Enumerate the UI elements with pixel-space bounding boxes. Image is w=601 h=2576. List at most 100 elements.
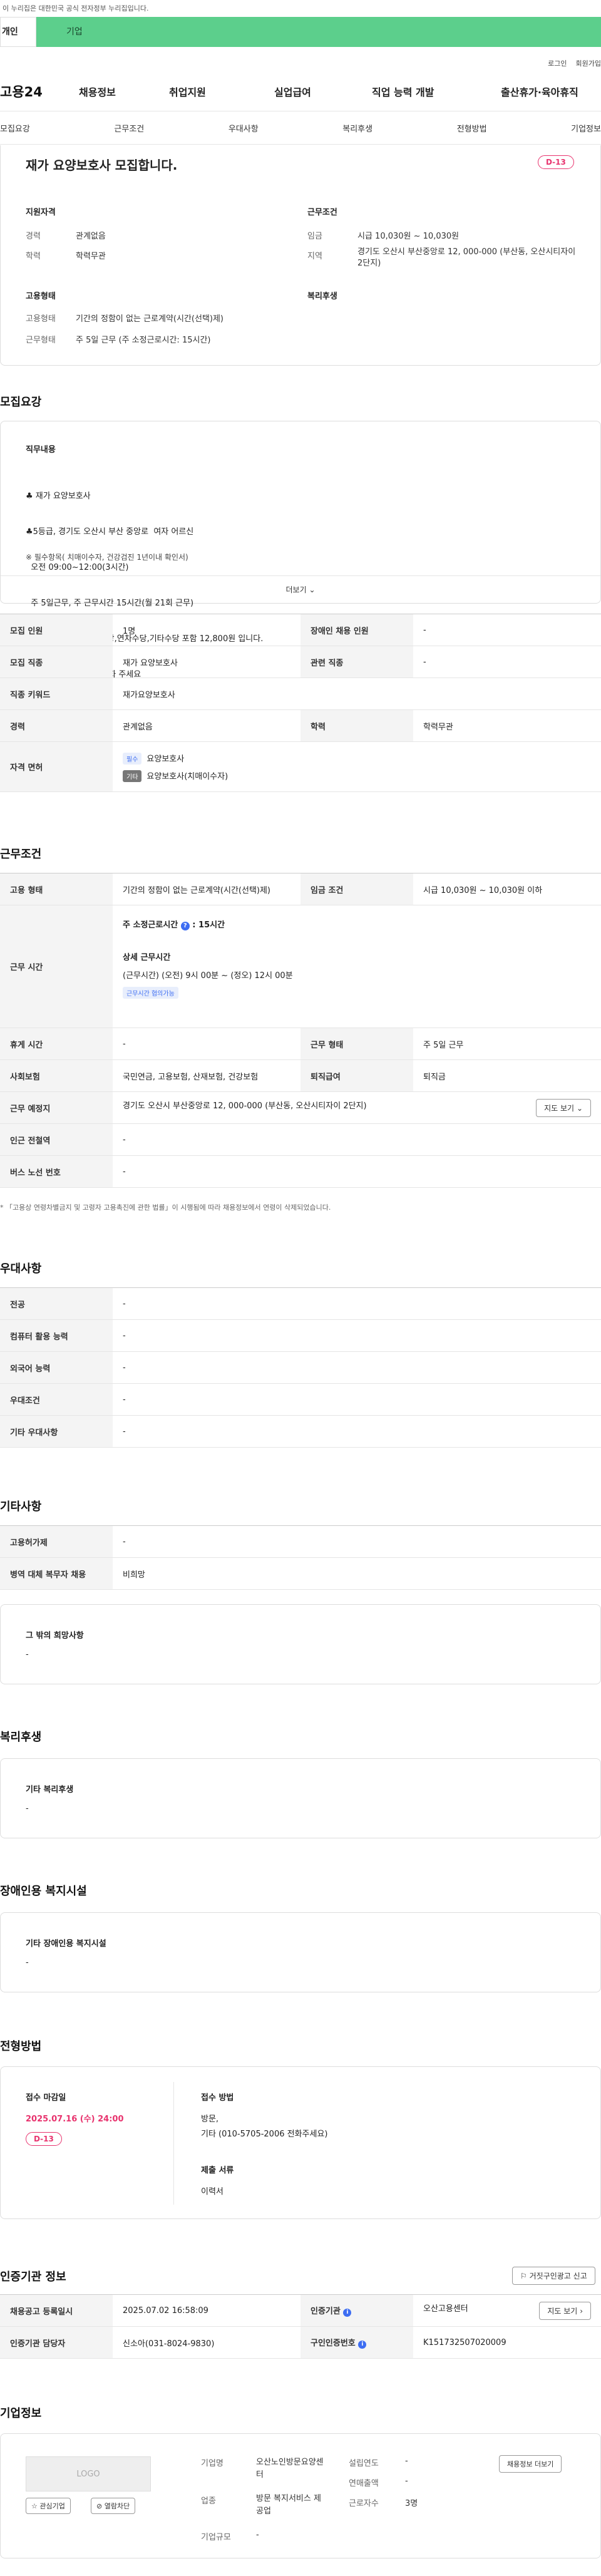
td: 신소아(031-8024-9830) <box>113 2326 300 2359</box>
site-logo[interactable]: 고용24 <box>0 82 79 101</box>
wage-value: 시급 10,030원 ~ 10,030원 <box>357 232 460 241</box>
td: - <box>113 1319 601 1352</box>
other-wish-value: - <box>26 1650 29 1659</box>
th: 근무 형태 <box>300 1028 413 1060</box>
welfare-card: 기타 복리후생 - <box>0 1758 601 1838</box>
table-row: 직종 키워드 재가요양보호사 <box>0 677 601 710</box>
disability-card: 기타 장애인용 복지시설 - <box>0 1912 601 1992</box>
hours-cell: 주 소정근로시간 ? : 15시간 상세 근무시간 (근무시간) (오전) 9시… <box>113 905 601 1028</box>
th: 채용공고 등록일시 <box>0 2294 113 2327</box>
th: 컴퓨터 활용 능력 <box>0 1319 113 1352</box>
table-row: 기타 우대사항 - <box>0 1415 601 1448</box>
td: 2025.07.02 16:58:09 <box>113 2294 300 2327</box>
th: 구인인증번호 i <box>300 2326 413 2359</box>
employees-label: 근로자수 <box>349 2499 379 2508</box>
conditions-heading: 근무조건 <box>0 848 42 861</box>
qual-heading: 지원자격 <box>26 208 56 217</box>
th: 직종 키워드 <box>0 677 113 710</box>
table-row: 휴게 시간 - 근무 형태 주 5일 근무 <box>0 1028 601 1060</box>
global-nav: 고용24 채용정보 취업지원 실업급여 직업 능력 개발 출산휴가·육아휴직 <box>0 72 601 111</box>
emp-heading: 고용형태 <box>26 292 56 301</box>
required-chip: 필수 <box>123 752 142 765</box>
dday-badge: D-13 <box>538 155 574 169</box>
gnb-item-leave[interactable]: 출산휴가·육아휴직 <box>501 84 578 99</box>
snb-selection[interactable]: 전형방법 <box>457 122 487 134</box>
td: - <box>113 1415 601 1448</box>
size-label: 기업규모 <box>201 2533 231 2542</box>
more-jobs-button[interactable]: 채용정보 더보기 <box>499 2455 562 2473</box>
th: 외국어 능력 <box>0 1351 113 1384</box>
founded-value: - <box>405 2456 408 2466</box>
td: 관계없음 <box>113 709 300 742</box>
cert-center-cell: 오산고용센터 지도 보기 › <box>413 2294 601 2327</box>
info-icon[interactable]: i <box>358 2341 367 2349</box>
favorite-label: 관심기업 <box>39 2502 65 2510</box>
note-icon: ※ <box>26 553 34 562</box>
edu-value: 학력무관 <box>76 252 106 261</box>
age-footnote: * 「고용상 연령차별금지 및 고령자 고용촉진에 관한 법률」이 시행됨에 따… <box>0 1203 331 1212</box>
region-label: 지역 <box>307 252 322 261</box>
table-row: 외국어 능력 - <box>0 1351 601 1384</box>
info-icon[interactable]: i <box>343 2309 352 2317</box>
job-line: ♣ 재가 요양보호사 <box>26 492 91 501</box>
gnb-item-training[interactable]: 직업 능력 개발 <box>372 84 501 99</box>
block-button[interactable]: ⊘ 열람차단 <box>91 2498 136 2514</box>
snb-conditions[interactable]: 근무조건 <box>114 122 144 134</box>
signup-link[interactable]: 회원가입 <box>576 58 601 72</box>
other-wish-title: 그 밖의 희망사항 <box>26 1631 84 1641</box>
wage-label: 임금 <box>307 232 322 241</box>
selection-card: 접수 마감일 2025.07.16 (수) 24:00 D-13 접수 방법 방… <box>0 2066 601 2219</box>
gnb-item-jobs[interactable]: 채용정보 <box>79 84 169 99</box>
td: - <box>113 1383 601 1416</box>
weekly-value: 15시간 <box>198 920 225 930</box>
snb-welfare[interactable]: 복리후생 <box>342 122 372 134</box>
method-value-1: 방문, <box>201 2115 219 2124</box>
company-card: LOGO ☆ 관심기업 ⊘ 열람차단 기업명 오산노인방문요양센터 업종 방문 … <box>0 2433 601 2558</box>
type-label: 고용형태 <box>26 314 56 324</box>
cert-map-button[interactable]: 지도 보기 › <box>539 2301 591 2320</box>
map-button[interactable]: 지도 보기 ⌄ <box>536 1098 591 1117</box>
th-label: 구인인증번호 <box>311 2339 356 2348</box>
gnb-item-support[interactable]: 취업지원 <box>169 84 274 99</box>
td: 기간의 정함이 없는 근로계약(시간(선택)제) <box>113 873 300 905</box>
detail-hours: (근무시간) (오전) 9시 00분 ~ (정오) 12시 00분 <box>123 971 293 981</box>
th: 병역 대체 복무자 채용 <box>0 1557 113 1590</box>
report-btn-label: 거짓구인광고 신고 <box>529 2272 587 2280</box>
login-link[interactable]: 로그인 <box>548 58 567 72</box>
info-icon[interactable]: ? <box>180 922 190 930</box>
tab-company[interactable]: 기업 <box>36 17 601 47</box>
sales-value: - <box>405 2476 408 2486</box>
td: - <box>113 1351 601 1384</box>
recruit-heading: 모집요강 <box>0 396 42 409</box>
flag-icon: ⚐ <box>520 2272 527 2280</box>
preference-heading: 우대사항 <box>0 1262 42 1275</box>
gov-notice-strip: 이 누리집은 대한민국 공식 전자정부 누리집입니다. <box>0 0 601 17</box>
snb-company[interactable]: 기업정보 <box>571 122 601 134</box>
block-icon: ⊘ <box>96 2502 103 2510</box>
sales-label: 연매출액 <box>349 2479 379 2488</box>
gnb-item-unemployment[interactable]: 실업급여 <box>274 84 372 99</box>
method-label: 접수 방법 <box>201 2093 234 2103</box>
table-row: 버스 노선 번호 - <box>0 1155 601 1188</box>
snb-recruit[interactable]: 모집요강 <box>0 122 30 134</box>
report-button[interactable]: ⚐ 거짓구인광고 신고 <box>512 2267 595 2285</box>
td: 주 5일 근무 <box>413 1028 601 1060</box>
recruit-table: 모집 인원 1명 장애인 채용 인원 - 모집 직종 재가 요양보호사 관련 직… <box>0 614 601 792</box>
cert-center: 오산고용센터 <box>423 2304 468 2314</box>
th: 우대조건 <box>0 1383 113 1416</box>
company-logo: LOGO <box>26 2456 151 2491</box>
th: 기타 우대사항 <box>0 1415 113 1448</box>
th: 고용허가제 <box>0 1525 113 1558</box>
td: 비희망 <box>113 1557 601 1590</box>
td: - <box>413 614 601 646</box>
td: - <box>113 1525 601 1558</box>
more-button[interactable]: 더보기 ⌄ <box>1 575 600 603</box>
table-row: 고용허가제 - <box>0 1525 601 1558</box>
tab-personal[interactable]: 개인 <box>0 17 36 47</box>
negotiable-chip: 근무시간 협의가능 <box>123 987 178 999</box>
job-title: 재가 요양보호사 모집합니다. <box>26 158 178 173</box>
table-row: 우대조건 - <box>0 1383 601 1416</box>
docs-label: 제출 서류 <box>201 2166 234 2175</box>
favorite-button[interactable]: ☆ 관심기업 <box>26 2498 71 2514</box>
snb-preference[interactable]: 우대사항 <box>229 122 259 134</box>
